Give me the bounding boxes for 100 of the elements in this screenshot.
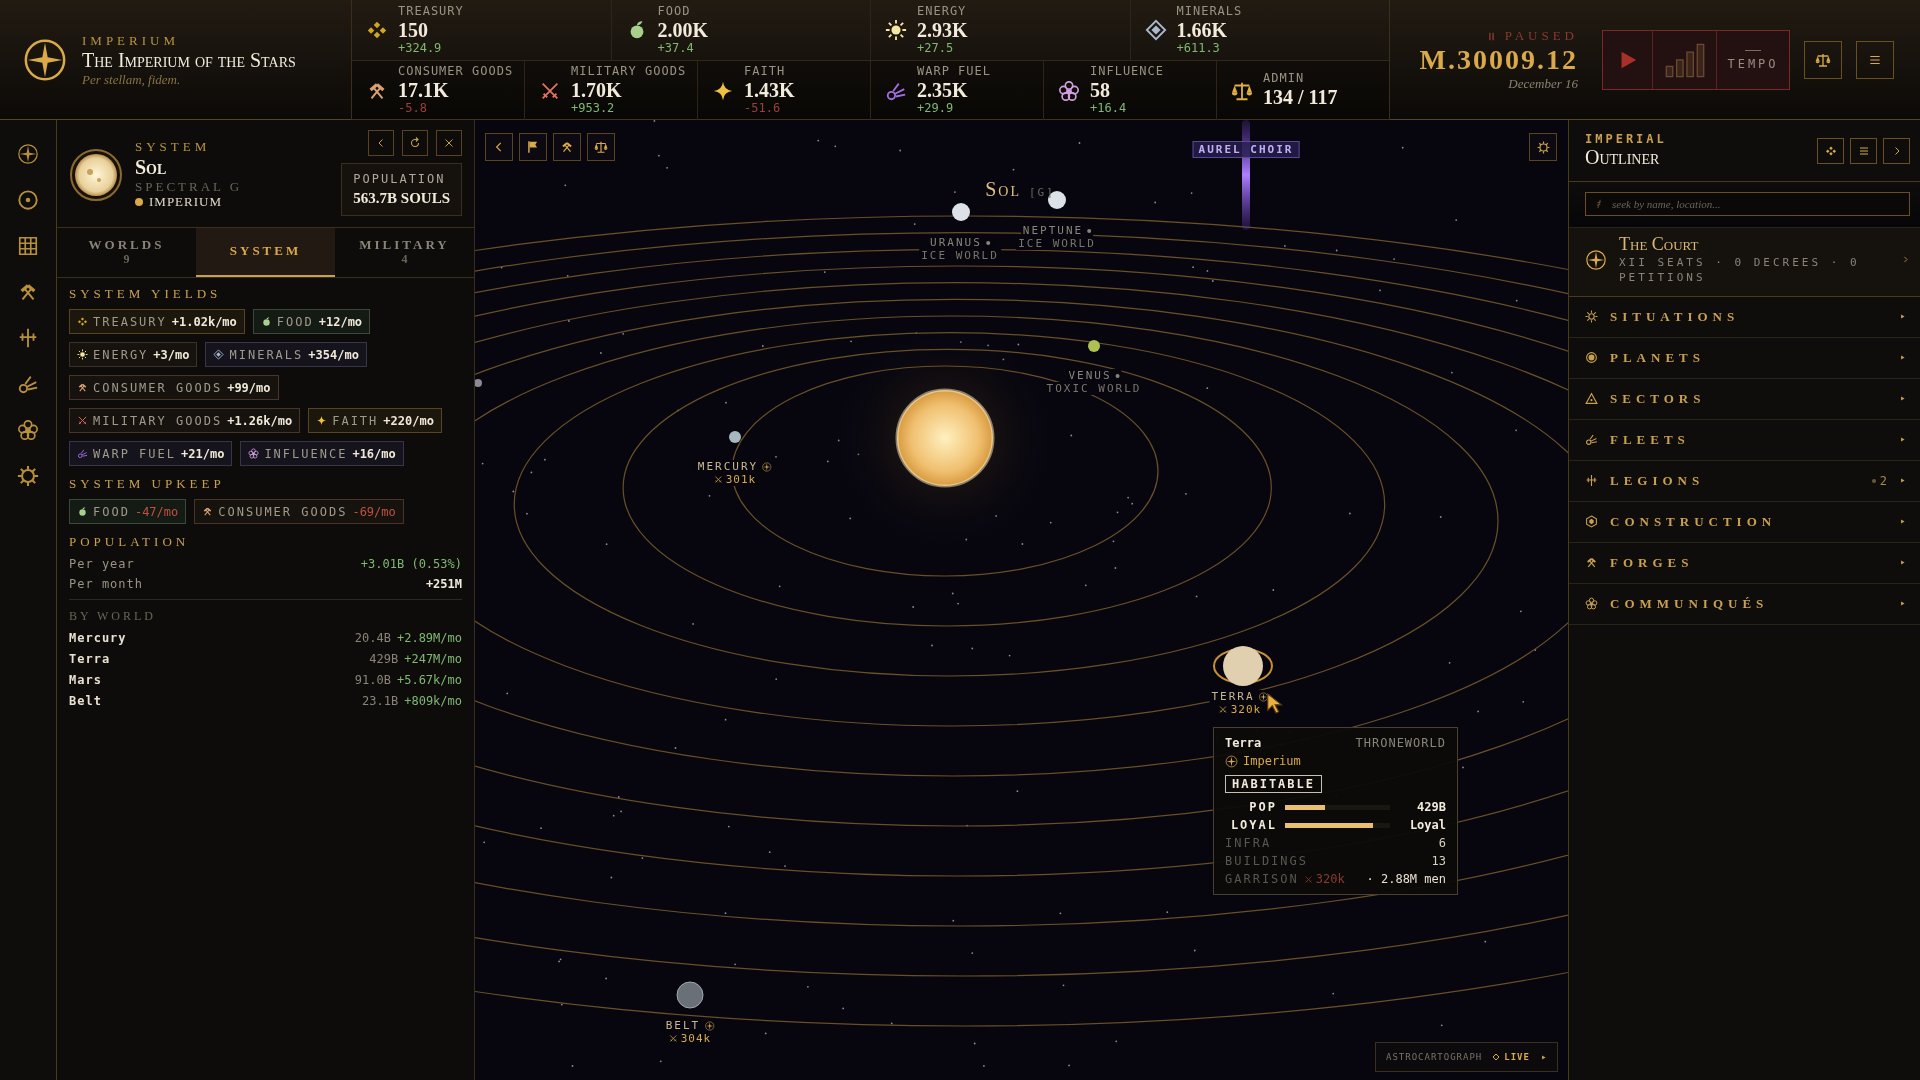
- resource-value: 1.43K: [744, 79, 795, 102]
- stat-label: INFRA: [1225, 836, 1272, 850]
- build-button[interactable]: [553, 133, 581, 161]
- balance-button[interactable]: [1804, 41, 1842, 79]
- resource-label: WARP FUEL: [917, 65, 992, 79]
- section-title: SYSTEM UPKEEP: [69, 476, 226, 492]
- speed-bars-icon: [1664, 42, 1705, 78]
- resource-delta: +611.3: [1176, 41, 1221, 56]
- sun-icon: [77, 349, 88, 360]
- caret-icon: [1899, 313, 1906, 321]
- comet-icon: [77, 448, 88, 459]
- caret-icon: [1899, 354, 1906, 362]
- chip-value: +3/mo: [153, 347, 190, 362]
- map-mode-button[interactable]: ASTROCARTOGRAPH LIVE: [1375, 1042, 1558, 1072]
- settings-button[interactable]: [1529, 133, 1557, 161]
- mode-label: ASTROCARTOGRAPH: [1386, 1052, 1483, 1062]
- chip-label: ENERGY: [93, 347, 149, 362]
- resource-label: CONSUMER GOODS: [398, 65, 514, 79]
- resource-label: MILITARY GOODS: [571, 65, 687, 79]
- planet[interactable]: [1088, 340, 1100, 352]
- caret-icon: [1899, 477, 1906, 485]
- tab[interactable]: SYSTEM: [196, 228, 335, 277]
- world-population: 429B: [369, 652, 399, 666]
- star-thumbnail: [69, 147, 123, 202]
- collapse-button[interactable]: [1883, 137, 1910, 164]
- world-growth: +809k/mo: [404, 694, 462, 708]
- crystal-icon: [1144, 19, 1167, 41]
- flower-icon: [1058, 79, 1080, 102]
- rail-button[interactable]: [16, 464, 40, 488]
- resource-label: FOOD: [657, 4, 692, 19]
- planet-name: TERRA: [1211, 690, 1255, 704]
- spectral-class: SPECTRAL G: [135, 178, 243, 195]
- rail-button[interactable]: [16, 188, 40, 212]
- outliner-item[interactable]: PLANETS: [1569, 337, 1920, 379]
- growth-value: +3.01B (0.53%): [360, 557, 462, 571]
- flag-button[interactable]: [519, 133, 547, 161]
- compass-icon: [17, 143, 39, 165]
- resource-value: 2.35K: [917, 79, 969, 102]
- court-row[interactable]: The Court XII SEATS · 0 DECREES · 0 PETITIONS: [1569, 227, 1920, 297]
- resource-label: MINERALS: [1176, 4, 1243, 19]
- resource-value: 134 / 117: [1263, 85, 1338, 109]
- tab[interactable]: MILITARY 4: [335, 228, 474, 277]
- planet[interactable]: [952, 203, 970, 221]
- tab[interactable]: WORLDS 9: [57, 228, 196, 277]
- resource-delta: +29.9: [917, 102, 955, 116]
- outliner-item[interactable]: COMMUNIQUÉS: [1569, 583, 1920, 625]
- planet[interactable]: [1213, 646, 1273, 686]
- planet[interactable]: [676, 981, 704, 1009]
- game-day: December 16: [1508, 76, 1578, 92]
- hammers-icon: [1585, 556, 1598, 570]
- stat-label: GARRISON: [1225, 872, 1299, 886]
- population-value: 563.7B SOULS: [353, 190, 450, 207]
- outliner-item[interactable]: FLEETS: [1569, 419, 1920, 461]
- close-button[interactable]: [436, 130, 462, 156]
- menu-icon: [1857, 144, 1870, 157]
- rail-button[interactable]: [16, 234, 40, 258]
- sun-icon: [885, 19, 907, 41]
- outliner-item[interactable]: LEGIONS 2: [1569, 460, 1920, 502]
- planet-name: MERCURY: [697, 460, 759, 474]
- sun[interactable]: [895, 388, 995, 488]
- grid-icon: [17, 235, 39, 257]
- list-button[interactable]: [1850, 137, 1877, 164]
- chip-value: +1.26k/mo: [227, 413, 293, 428]
- resource-delta: +16.4: [1090, 102, 1128, 116]
- gear-icon: [17, 465, 39, 487]
- resource-label: ENERGY: [917, 4, 968, 19]
- empire-motto: Per stellam, fidem.: [82, 71, 182, 88]
- world-name: Mars: [69, 673, 102, 687]
- refresh-button[interactable]: [402, 130, 428, 156]
- outliner-item[interactable]: SECTORS: [1569, 378, 1920, 420]
- back-button[interactable]: [485, 133, 513, 161]
- hammers-icon: [560, 140, 574, 154]
- search-field[interactable]: seek by name, location...: [1585, 192, 1910, 216]
- star-icon: [316, 415, 328, 426]
- refresh-icon: [409, 137, 421, 149]
- spectral-tag: [G]: [1028, 186, 1055, 199]
- resource-delta: -5.8: [398, 102, 428, 116]
- planet[interactable]: [729, 431, 741, 443]
- gear-icon: [1536, 140, 1550, 154]
- outliner-item[interactable]: FORGES: [1569, 542, 1920, 584]
- rail-button[interactable]: [16, 418, 40, 442]
- outliner-label: FORGES: [1610, 554, 1695, 571]
- outliner-label: COMMUNIQUÉS: [1610, 595, 1770, 612]
- balance-button[interactable]: [587, 133, 615, 161]
- resource-value: 2.00K: [657, 18, 709, 42]
- rail-button[interactable]: [16, 142, 40, 166]
- outliner-item[interactable]: CONSTRUCTION: [1569, 501, 1920, 543]
- planet-name: VENUS: [1068, 369, 1112, 383]
- tempo-button[interactable]: TEMPO: [1717, 31, 1789, 89]
- diamonds-icon: [366, 19, 388, 41]
- tooltip-title: Terra: [1225, 736, 1262, 750]
- caret-icon: [1899, 600, 1906, 608]
- outliner-item[interactable]: SITUATIONS: [1569, 296, 1920, 338]
- swords-icon: [1218, 705, 1228, 715]
- focus-button[interactable]: [1817, 137, 1844, 164]
- menu-button[interactable]: [1856, 41, 1894, 79]
- resource-delta: +27.5: [917, 41, 955, 56]
- flower-icon: [1585, 597, 1598, 611]
- court-summary: XII SEATS · 0 DECREES · 0 PETITIONS: [1619, 255, 1861, 286]
- planet-name: URANUS: [930, 236, 982, 250]
